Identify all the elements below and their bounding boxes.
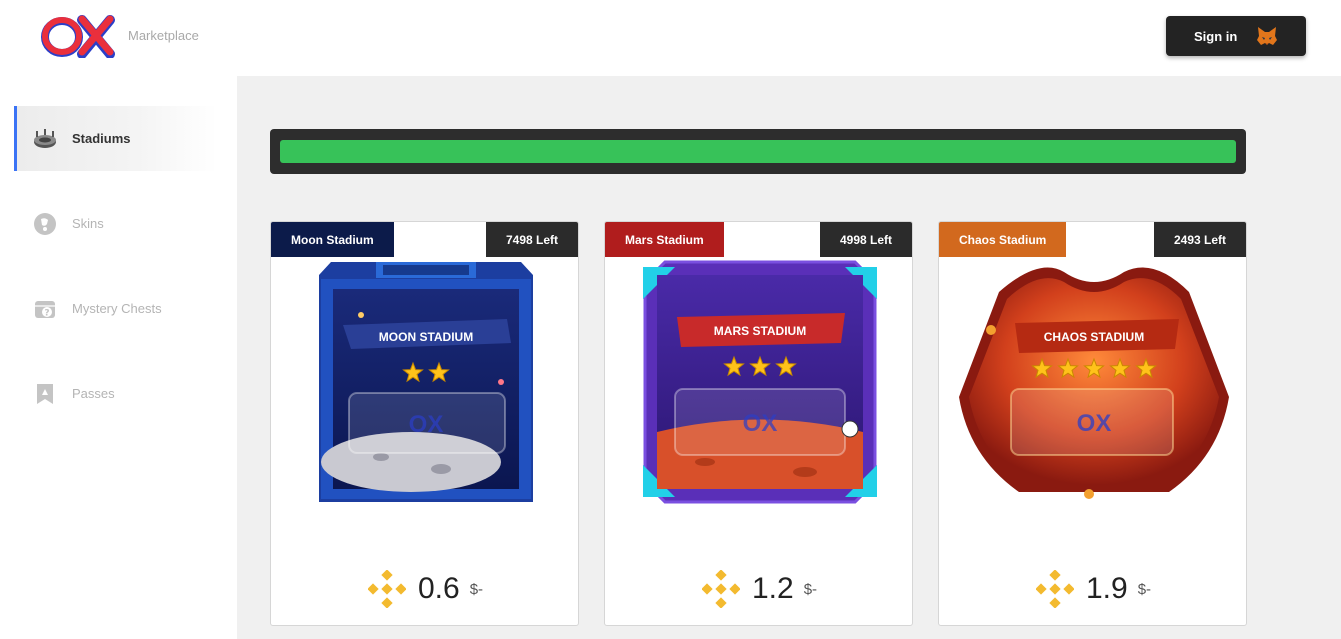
supply-progress-bar xyxy=(270,129,1246,174)
main-content: Moon Stadium 7498 Left MOON STADIUM OX 0… xyxy=(237,76,1341,639)
progress-fill xyxy=(280,140,1236,163)
price-value: 1.2 xyxy=(751,572,794,605)
sidebar: Stadiums Skins ? Mystery Chests Passes xyxy=(0,76,237,639)
svg-text:OX: OX xyxy=(743,410,778,437)
sidebar-item-mystery-chests[interactable]: ? Mystery Chests xyxy=(14,276,217,341)
sidebar-item-label: Stadiums xyxy=(72,131,131,146)
sidebar-item-passes[interactable]: Passes xyxy=(14,361,217,426)
sidebar-item-stadiums[interactable]: Stadiums xyxy=(14,106,217,171)
usd-value: $- xyxy=(1137,580,1152,598)
moon-stadium-image[interactable]: MOON STADIUM OX xyxy=(271,257,579,557)
svg-text:OX: OX xyxy=(409,411,444,438)
price-row: 1.9 $- xyxy=(939,567,1246,611)
app-subtitle: Marketplace xyxy=(128,28,199,43)
remaining-count-badge: 7498 Left xyxy=(485,222,578,257)
skins-icon xyxy=(32,211,58,237)
card-name-tag: Moon Stadium xyxy=(271,222,394,257)
price-value: 0.6 xyxy=(417,572,460,605)
pass-icon xyxy=(32,381,58,407)
remaining-count-badge: 2493 Left xyxy=(1153,222,1246,257)
price-value: 1.9 xyxy=(1085,572,1128,605)
stadium-banner-text: CHAOS STADIUM xyxy=(1044,330,1144,344)
card-name-tag: Chaos Stadium xyxy=(939,222,1067,257)
stadium-card-chaos[interactable]: Chaos Stadium 2493 Left CHAOS STADIUM OX xyxy=(938,221,1247,626)
card-name-tag: Mars Stadium xyxy=(605,222,724,257)
bnb-icon xyxy=(701,570,740,608)
stadium-card-moon[interactable]: Moon Stadium 7498 Left MOON STADIUM OX 0… xyxy=(270,221,579,626)
stadium-banner-text: MARS STADIUM xyxy=(714,324,806,338)
metamask-fox-icon xyxy=(1257,27,1277,45)
ox-logo[interactable] xyxy=(40,14,116,58)
sidebar-item-label: Skins xyxy=(72,216,104,231)
stadium-icon xyxy=(32,126,58,152)
sign-in-label: Sign in xyxy=(1194,28,1238,44)
stadium-banner-text: MOON STADIUM xyxy=(379,330,473,344)
sidebar-item-label: Passes xyxy=(72,386,115,401)
header: Marketplace Sign in xyxy=(0,0,1341,76)
mars-stadium-image[interactable]: MARS STADIUM OX xyxy=(605,257,913,557)
usd-value: $- xyxy=(469,580,484,598)
svg-text:OX: OX xyxy=(1077,410,1112,437)
remaining-count-badge: 4998 Left xyxy=(819,222,912,257)
price-row: 1.2 $- xyxy=(605,567,912,611)
bnb-icon xyxy=(1035,570,1074,608)
stadium-card-mars[interactable]: Mars Stadium 4998 Left MARS STADIUM OX 1… xyxy=(604,221,913,626)
sign-in-button[interactable]: Sign in xyxy=(1166,16,1306,56)
sidebar-item-skins[interactable]: Skins xyxy=(14,191,217,256)
sidebar-item-label: Mystery Chests xyxy=(72,301,162,316)
chaos-stadium-image[interactable]: CHAOS STADIUM OX xyxy=(939,257,1247,557)
price-row: 0.6 $- xyxy=(271,567,578,611)
mystery-chest-icon: ? xyxy=(32,296,58,322)
usd-value: $- xyxy=(803,580,818,598)
svg-text:?: ? xyxy=(44,308,49,318)
bnb-icon xyxy=(367,570,406,608)
